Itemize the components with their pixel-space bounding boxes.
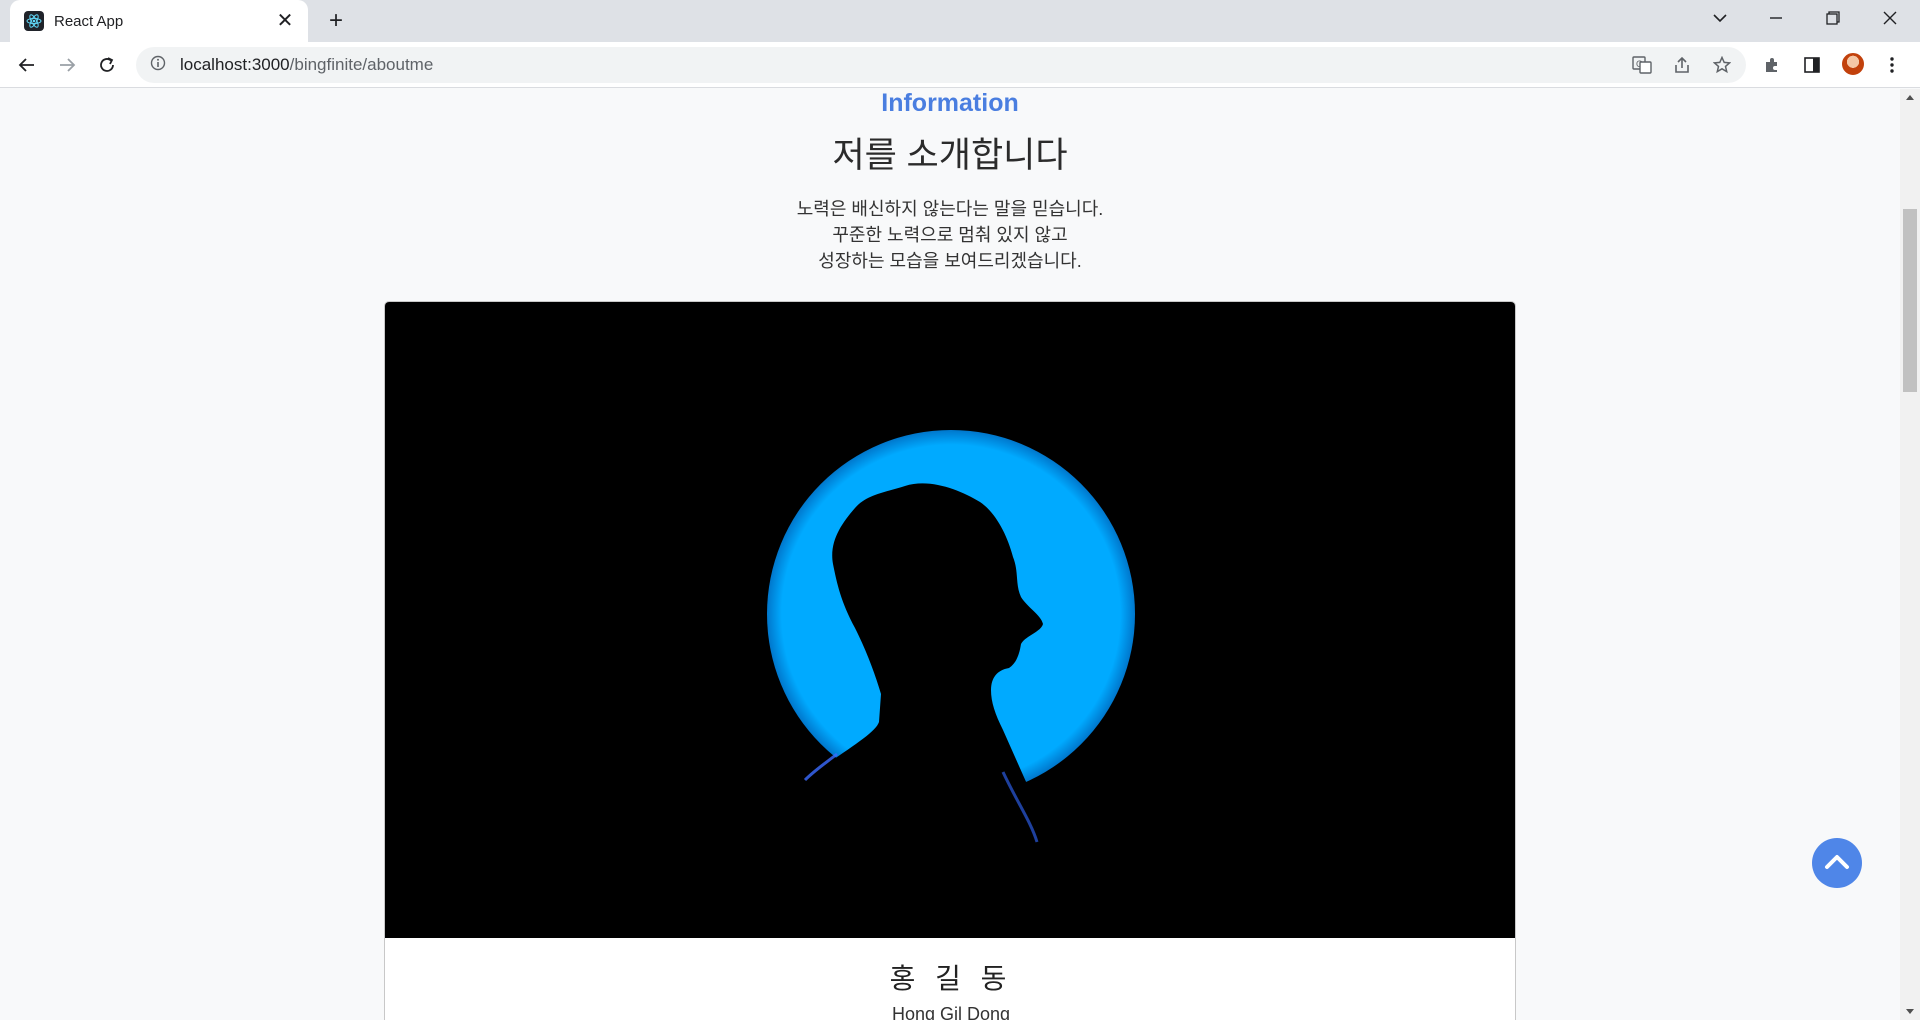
browser-tab[interactable]: React App ✕ — [10, 0, 308, 42]
intro-line: 꾸준한 노력으로 멈춰 있지 않고 — [832, 225, 1068, 245]
profile-avatar[interactable] — [1840, 51, 1866, 77]
url-path: /bingfinite/aboutme — [289, 55, 434, 74]
tab-close-icon[interactable]: ✕ — [274, 10, 296, 32]
back-icon[interactable] — [12, 50, 42, 80]
reload-icon[interactable] — [92, 50, 122, 80]
profile-name-korean: 홍 길 동 — [889, 963, 1013, 994]
side-panel-icon[interactable] — [1797, 50, 1827, 80]
share-icon[interactable] — [1667, 50, 1697, 80]
forward-icon[interactable] — [52, 50, 82, 80]
browser-toolbar: localhost:3000/bingfinite/aboutme G — [0, 42, 1920, 88]
close-window-icon[interactable] — [1870, 0, 1910, 36]
profile-photo — [385, 302, 1515, 938]
site-info-icon[interactable] — [150, 55, 166, 76]
menu-kebab-icon[interactable] — [1877, 50, 1907, 80]
page-scrollbar[interactable] — [1900, 89, 1920, 1020]
url-host: localhost:3000 — [180, 55, 290, 74]
profile-name-english: Hong Gil Dong — [891, 1004, 1011, 1020]
address-bar[interactable]: localhost:3000/bingfinite/aboutme — [136, 47, 1746, 83]
scroll-up-arrow-icon[interactable] — [1900, 89, 1920, 105]
restore-icon[interactable] — [1813, 0, 1853, 36]
scroll-top-button[interactable] — [1812, 838, 1862, 888]
intro-line: 성장하는 모습을 보여드리겠습니다. — [818, 251, 1082, 271]
translate-icon[interactable]: G — [1627, 50, 1657, 80]
tab-search-icon[interactable] — [1700, 0, 1740, 36]
url-text: localhost:3000/bingfinite/aboutme — [180, 55, 433, 75]
new-tab-icon[interactable]: + — [322, 8, 350, 34]
minimize-icon[interactable] — [1756, 0, 1796, 36]
profile-card: 홍 길 동 Hong Gil Dong — [384, 301, 1516, 1020]
section-label: Information — [881, 89, 1019, 117]
extensions-icon[interactable] — [1757, 50, 1787, 80]
intro-text: 노력은 배신하지 않는다는 말을 믿습니다. 꾸준한 노력으로 멈춰 있지 않고… — [0, 196, 1900, 274]
scrollbar-thumb[interactable] — [1903, 209, 1917, 392]
react-icon — [24, 11, 44, 31]
section-title: 저를 소개합니다 — [832, 136, 1068, 175]
scroll-down-arrow-icon[interactable] — [1900, 1004, 1920, 1020]
bookmark-star-icon[interactable] — [1707, 50, 1737, 80]
tab-title: React App — [54, 12, 124, 30]
intro-line: 노력은 배신하지 않는다는 말을 믿습니다. — [796, 199, 1104, 219]
browser-tab-strip: React App ✕ + — [0, 0, 1920, 42]
page-content: Information 저를 소개합니다 노력은 배신하지 않는다는 말을 믿습… — [0, 89, 1900, 1020]
chevron-up-icon — [1824, 852, 1850, 875]
